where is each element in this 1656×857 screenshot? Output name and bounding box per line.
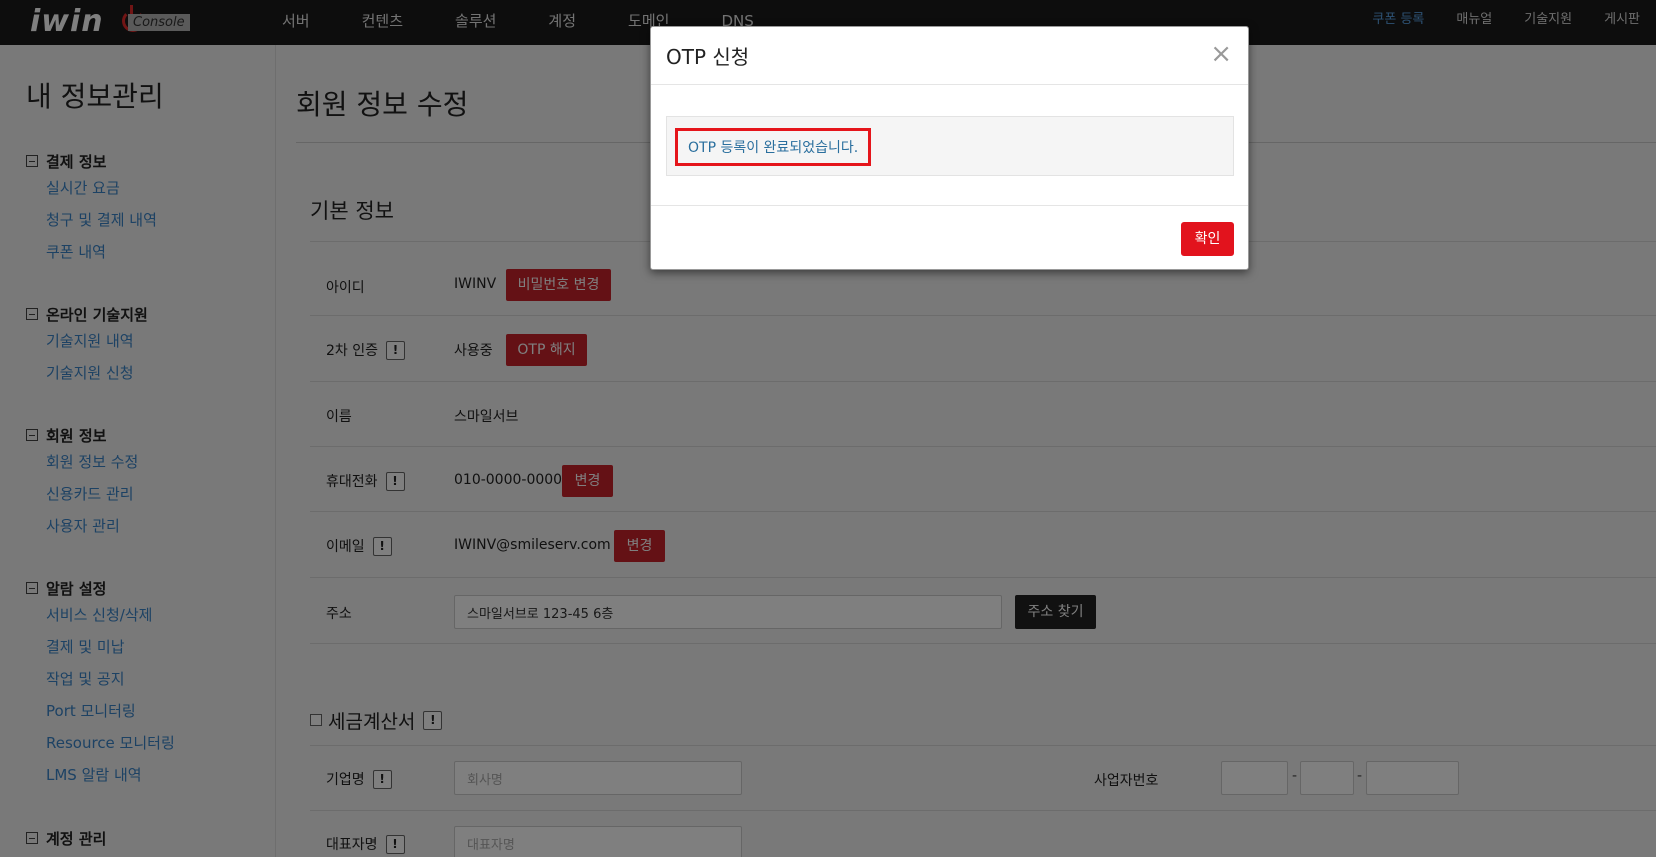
modal-title: OTP 신청 bbox=[666, 45, 750, 69]
divider bbox=[651, 205, 1248, 206]
close-icon[interactable]: × bbox=[1210, 41, 1232, 67]
otp-modal: OTP 신청 × OTP 등록이 완료되었습니다. 확인 bbox=[650, 26, 1249, 270]
confirm-button[interactable]: 확인 bbox=[1181, 222, 1234, 256]
divider bbox=[651, 84, 1248, 85]
modal-message-box: OTP 등록이 완료되었습니다. bbox=[666, 116, 1234, 176]
otp-complete-message: OTP 등록이 완료되었습니다. bbox=[675, 128, 872, 166]
